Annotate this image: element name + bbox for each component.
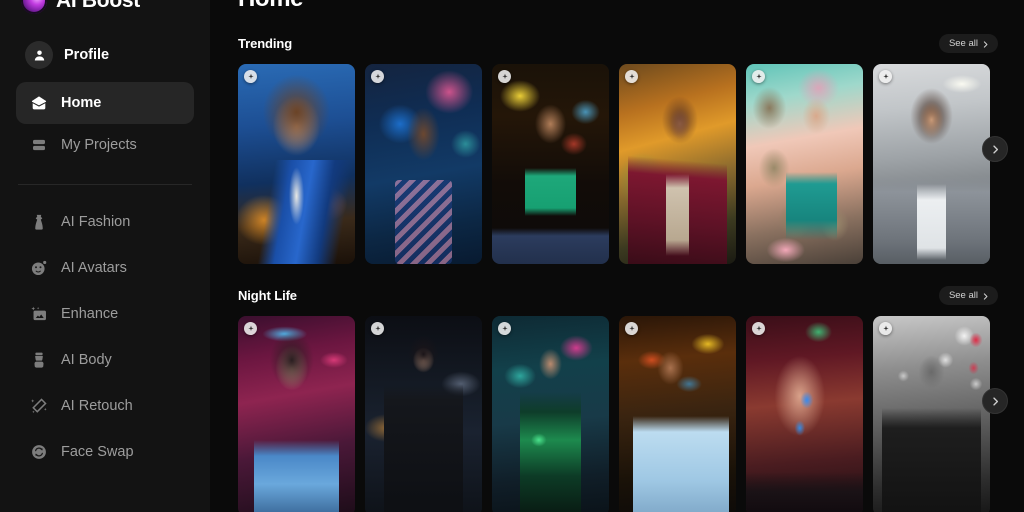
sidebar-item-face-swap-label: Face Swap bbox=[61, 443, 134, 460]
carousel-night-life[interactable] bbox=[238, 316, 1024, 512]
gradient-orb-logo-icon bbox=[21, 0, 47, 14]
sidebar-item-enhance[interactable]: Enhance bbox=[16, 291, 194, 337]
sidebar-divider bbox=[18, 184, 192, 185]
card-artwork bbox=[238, 316, 355, 512]
media-card[interactable] bbox=[619, 64, 736, 265]
sidebar-item-ai-retouch-label: AI Retouch bbox=[61, 397, 133, 414]
see-all-night-life-label: See all bbox=[948, 290, 978, 302]
chevron-right-icon bbox=[992, 397, 998, 406]
sidebar-item-face-swap[interactable]: Face Swap bbox=[16, 429, 194, 475]
card-artwork bbox=[873, 64, 990, 265]
main-content: Home Trending See all bbox=[210, 0, 1024, 512]
sidebar: AI Boost Profile Home My Projects AI Fas… bbox=[0, 0, 210, 512]
avatar-face-icon bbox=[30, 259, 48, 277]
sidebar-item-ai-fashion[interactable]: AI Fashion bbox=[16, 199, 194, 245]
section-trending: Trending See all bbox=[238, 34, 1024, 265]
home-icon bbox=[30, 94, 48, 112]
card-artwork bbox=[746, 64, 863, 265]
person-icon bbox=[25, 41, 53, 69]
sidebar-item-home-label: Home bbox=[61, 94, 102, 111]
sidebar-nav-tools: AI Fashion AI Avatars Enhance AI Body AI… bbox=[16, 199, 194, 475]
chevron-right-icon bbox=[992, 145, 998, 154]
sidebar-item-ai-body-label: AI Body bbox=[61, 351, 112, 368]
media-card[interactable] bbox=[238, 316, 355, 512]
card-artwork bbox=[238, 64, 355, 265]
sidebar-nav-primary: Profile Home My Projects bbox=[16, 34, 194, 166]
card-artwork bbox=[873, 316, 990, 512]
media-card[interactable] bbox=[238, 64, 355, 265]
media-card[interactable] bbox=[746, 64, 863, 265]
sidebar-item-ai-body[interactable]: AI Body bbox=[16, 337, 194, 383]
see-all-night-life-button[interactable]: See all bbox=[938, 286, 998, 306]
sidebar-item-home[interactable]: Home bbox=[16, 82, 194, 124]
media-card[interactable] bbox=[365, 64, 482, 265]
section-header-trending: Trending See all bbox=[238, 34, 1024, 54]
sidebar-item-profile-label: Profile bbox=[64, 46, 110, 63]
sidebar-item-ai-retouch[interactable]: AI Retouch bbox=[16, 383, 194, 429]
card-artwork bbox=[619, 64, 736, 265]
media-card[interactable] bbox=[492, 64, 609, 265]
card-artwork bbox=[365, 316, 482, 512]
card-artwork bbox=[492, 316, 609, 512]
media-card[interactable] bbox=[746, 316, 863, 512]
carousel-next-night-life-button[interactable] bbox=[982, 388, 1008, 415]
app-root: AI Boost Profile Home My Projects AI Fas… bbox=[0, 0, 1024, 512]
sidebar-item-ai-avatars-label: AI Avatars bbox=[61, 259, 127, 276]
media-card[interactable] bbox=[365, 316, 482, 512]
sidebar-item-ai-fashion-label: AI Fashion bbox=[61, 213, 131, 230]
sidebar-item-enhance-label: Enhance bbox=[61, 305, 119, 322]
card-artwork bbox=[619, 316, 736, 512]
magic-wand-icon bbox=[30, 397, 48, 415]
sparkle-image-icon bbox=[30, 305, 48, 323]
card-artwork bbox=[365, 64, 482, 265]
media-card[interactable] bbox=[873, 64, 990, 265]
see-all-trending-button[interactable]: See all bbox=[938, 34, 998, 54]
brand[interactable]: AI Boost bbox=[16, 0, 194, 14]
page-title: Home bbox=[238, 0, 1024, 12]
card-artwork bbox=[746, 316, 863, 512]
dress-icon bbox=[30, 213, 48, 231]
section-title-trending: Trending bbox=[238, 36, 293, 52]
card-artwork bbox=[492, 64, 609, 265]
carousel-next-trending-button[interactable] bbox=[982, 136, 1008, 163]
media-card[interactable] bbox=[873, 316, 990, 512]
chevron-right-icon bbox=[982, 40, 989, 49]
sidebar-item-ai-avatars[interactable]: AI Avatars bbox=[16, 245, 194, 291]
section-title-night-life: Night Life bbox=[238, 288, 297, 304]
section-header-night-life: Night Life See all bbox=[238, 286, 1024, 306]
sidebar-item-my-projects[interactable]: My Projects bbox=[16, 124, 194, 166]
sidebar-item-profile[interactable]: Profile bbox=[16, 34, 194, 76]
layers-icon bbox=[30, 136, 48, 154]
media-card[interactable] bbox=[619, 316, 736, 512]
media-card[interactable] bbox=[492, 316, 609, 512]
carousel-trending[interactable] bbox=[238, 64, 1024, 265]
body-icon bbox=[30, 351, 48, 369]
sidebar-item-my-projects-label: My Projects bbox=[61, 136, 137, 153]
face-swap-icon bbox=[30, 443, 48, 461]
see-all-trending-label: See all bbox=[948, 38, 978, 50]
brand-name: AI Boost bbox=[56, 0, 140, 12]
chevron-right-icon bbox=[982, 292, 989, 301]
section-night-life: Night Life See all bbox=[238, 286, 1024, 512]
